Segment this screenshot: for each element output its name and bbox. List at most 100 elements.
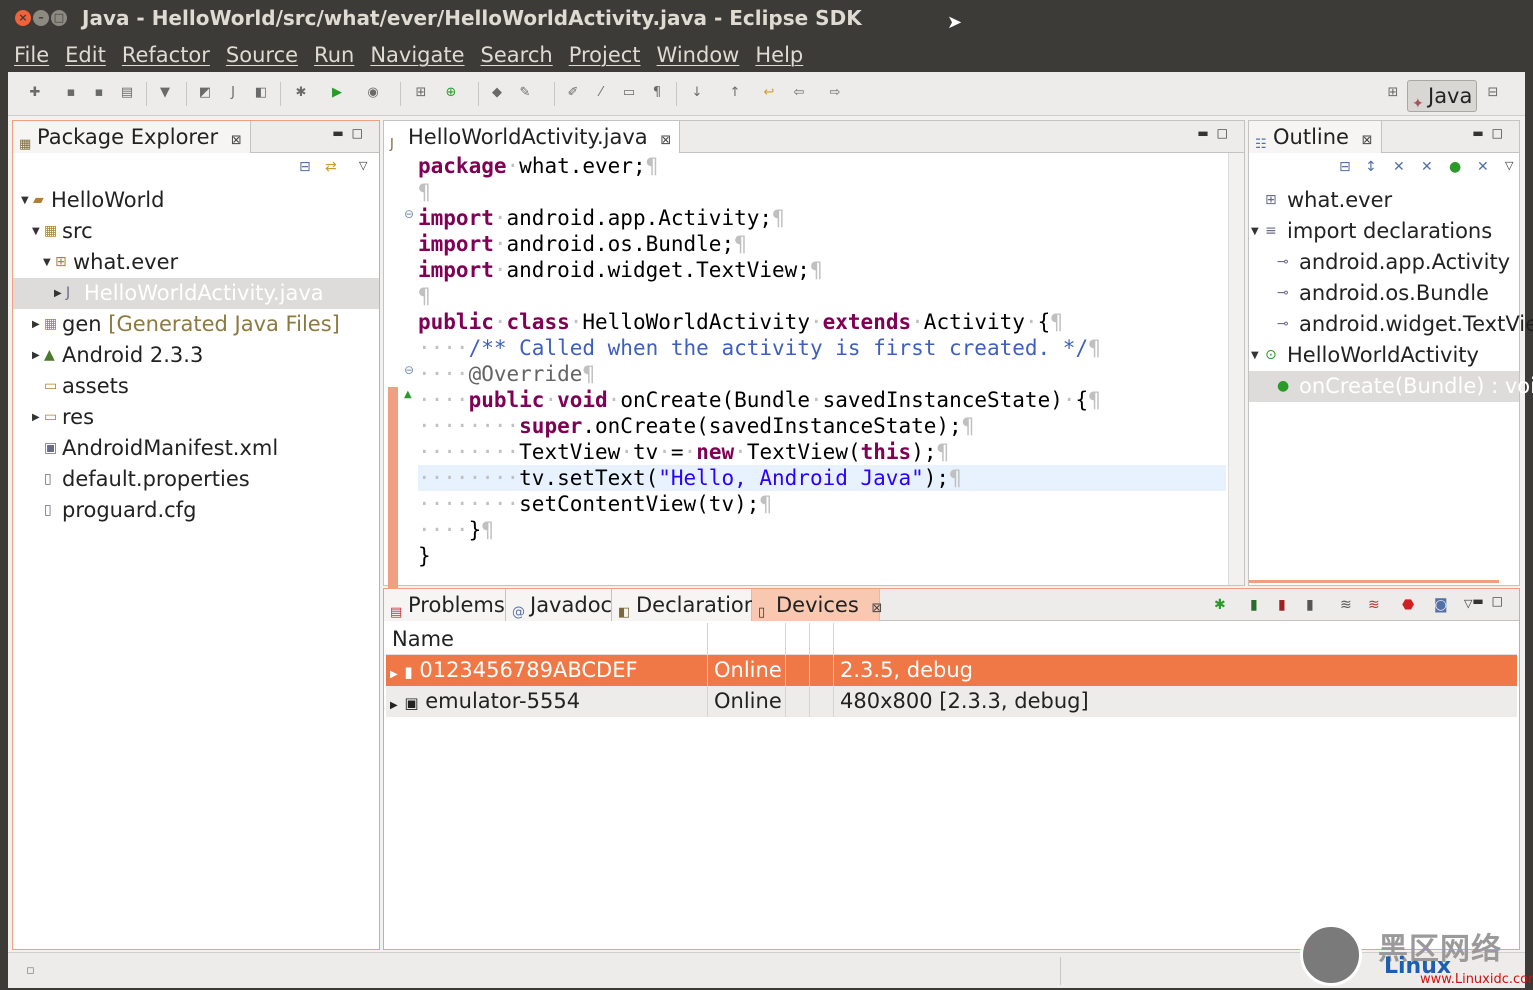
expand-arrow-right-icon[interactable]: ▶ (390, 669, 398, 680)
tree-item[interactable]: ▯ default.properties (13, 464, 379, 495)
forward-icon[interactable]: ⇨ (826, 84, 844, 102)
close-tab-icon[interactable]: ⊠ (231, 133, 242, 148)
code-line[interactable]: import·android.widget.TextView;¶ (418, 257, 1226, 283)
close-tab-icon[interactable]: ⊠ (660, 133, 671, 148)
maximize-window-button[interactable]: □ (51, 10, 67, 26)
new-wizard-icon[interactable]: ✚ (26, 84, 44, 102)
sort-icon[interactable]: ↕ (1365, 159, 1377, 175)
close-window-button[interactable]: × (15, 10, 31, 26)
view-menu-icon[interactable]: ▽ (359, 159, 367, 172)
code-line[interactable]: import·android.os.Bundle;¶ (418, 231, 1226, 257)
code-line[interactable]: import·android.app.Activity;¶ (418, 205, 1226, 231)
expand-arrow-right-icon[interactable]: ▶ (32, 402, 40, 433)
code-line[interactable]: ····/** Called when the activity is firs… (418, 335, 1226, 361)
tab-problems[interactable]: ▤ Problems (384, 589, 506, 621)
back-icon[interactable]: ⇦ (790, 84, 808, 102)
save-icon[interactable]: ▪ (62, 84, 80, 102)
open-type-icon[interactable]: ◆ (488, 84, 506, 102)
tree-item[interactable]: ▼ ⊞ what.ever (13, 247, 379, 278)
menu-edit[interactable]: Edit (65, 43, 106, 67)
code-area[interactable]: package·what.ever;¶ ¶ import·android.app.A… (418, 153, 1226, 581)
collapse-all-icon[interactable]: ⊟ (299, 159, 311, 175)
tab-javadoc[interactable]: @ Javadoc (506, 589, 612, 621)
code-line[interactable]: ¶ (418, 283, 1226, 309)
expand-arrow-down-icon[interactable]: ▼ (1251, 216, 1259, 247)
column-header-3[interactable] (786, 623, 810, 654)
device-row[interactable]: ▶ ▣ emulator-5554 Online 480x800 [2.3.3, d… (386, 686, 1517, 717)
tree-item[interactable]: ▭ assets (13, 371, 379, 402)
menu-help[interactable]: Help (755, 43, 803, 67)
run-icon[interactable]: ▶ (328, 84, 346, 102)
menu-project[interactable]: Project (569, 43, 641, 67)
expand-arrow-right-icon[interactable]: ▶ (32, 340, 40, 371)
pilcrow-icon[interactable]: ¶ (648, 84, 666, 102)
start-method-profiling-icon[interactable]: ≋ (1368, 597, 1380, 613)
new-package-icon[interactable]: ⊞ (412, 84, 430, 102)
close-tab-icon[interactable]: ⊠ (871, 601, 882, 616)
fold-toggle-icon[interactable]: ⊖ (404, 207, 414, 221)
code-line[interactable]: ········TextView·tv·=·new·TextView(this)… (418, 439, 1226, 465)
fold-toggle-icon[interactable]: ⊖ (404, 363, 414, 377)
toggle-mark-occurrences-icon[interactable]: ✐ (564, 84, 582, 102)
tree-item[interactable]: ▼ ▰ HelloWorld (13, 185, 379, 216)
hide-fields-icon[interactable]: ✕ (1393, 159, 1405, 175)
debug-icon[interactable]: ✱ (292, 84, 310, 102)
code-line[interactable]: ····public·void·onCreate(Bundle·savedIns… (418, 387, 1226, 413)
menu-navigate[interactable]: Navigate (370, 43, 464, 67)
column-header-info[interactable] (834, 623, 1517, 654)
code-line[interactable]: ········tv.setText("Hello, Android Java"… (418, 465, 1226, 491)
view-menu-icon[interactable]: ▽ (1464, 597, 1472, 610)
perspective-menu-icon[interactable]: ⊟ (1484, 84, 1502, 102)
hide-static-icon[interactable]: ✕ (1421, 159, 1433, 175)
save-all-icon[interactable]: ▪ (90, 84, 108, 102)
previous-annotation-icon[interactable]: ↑ (726, 84, 744, 102)
tree-item[interactable]: ▶ ▭ res (13, 402, 379, 433)
code-line[interactable]: } (418, 543, 1226, 569)
outline-item[interactable]: ⊸ android.os.Bundle (1249, 278, 1519, 309)
outline-item[interactable]: ⊸ android.app.Activity (1249, 247, 1519, 278)
external-tools-icon[interactable]: ◉ (364, 84, 382, 102)
java-perspective-button[interactable]: ✦ Java (1407, 80, 1477, 112)
view-controls[interactable]: ▬□ (332, 126, 371, 140)
view-controls[interactable]: ▬□ (1472, 594, 1511, 608)
menu-run[interactable]: Run (314, 43, 354, 67)
code-line[interactable]: package·what.ever;¶ (418, 153, 1226, 179)
last-edit-location-icon[interactable]: ↩ (760, 84, 778, 102)
menu-window[interactable]: Window (657, 43, 740, 67)
expand-arrow-down-icon[interactable]: ▼ (43, 247, 51, 278)
hide-local-types-icon[interactable]: ✕ (1477, 159, 1489, 175)
tab-hello-world-activity[interactable]: J HelloWorldActivity.java ⊠ (384, 121, 681, 153)
sdk-manager-icon[interactable]: ▼ (156, 84, 174, 102)
next-annotation-icon[interactable]: ↓ (688, 84, 706, 102)
column-header-4[interactable] (810, 623, 834, 654)
link-with-editor-icon[interactable]: ⇄ (325, 159, 337, 175)
expand-arrow-right-icon[interactable]: ▶ (390, 700, 398, 711)
editor-scrollbar[interactable] (1228, 153, 1244, 585)
new-xml-icon[interactable]: ◧ (252, 84, 270, 102)
menu-file[interactable]: File (14, 43, 49, 67)
menu-source[interactable]: Source (226, 43, 298, 67)
column-header-state[interactable] (708, 623, 786, 654)
tree-item[interactable]: ▼ ▦ src (13, 216, 379, 247)
stop-process-icon[interactable]: ⬣ (1402, 597, 1414, 613)
tab-devices[interactable]: ▯ Devices ⊠ (752, 589, 882, 621)
hide-non-public-icon[interactable]: ● (1449, 159, 1461, 175)
new-android-project-icon[interactable]: ◩ (196, 84, 214, 102)
search-icon[interactable]: ✎ (516, 84, 534, 102)
new-junit-icon[interactable]: J (224, 84, 242, 102)
column-header-name[interactable]: Name (386, 623, 708, 654)
code-line[interactable]: ¶ (418, 179, 1226, 205)
expand-arrow-right-icon[interactable]: ▶ (32, 309, 40, 340)
code-line[interactable]: ····@Override¶ (418, 361, 1226, 387)
view-controls[interactable]: ▬□ (1197, 126, 1236, 140)
menu-search[interactable]: Search (481, 43, 553, 67)
tree-item[interactable]: ▯ proguard.cfg (13, 495, 379, 526)
expand-arrow-right-icon[interactable]: ▶ (54, 278, 62, 309)
tab-outline[interactable]: ☷ Outline ⊠ (1249, 121, 1382, 153)
view-controls[interactable]: ▬□ (1472, 126, 1511, 140)
outline-item[interactable]: ⊞ what.ever (1249, 185, 1519, 216)
tree-item[interactable]: ▣ AndroidManifest.xml (13, 433, 379, 464)
tree-item[interactable]: ▶ ▦ gen [Generated Java Files] (13, 309, 379, 340)
screen-capture-icon[interactable]: ◙ (1434, 597, 1448, 613)
code-line[interactable]: ····}¶ (418, 517, 1226, 543)
